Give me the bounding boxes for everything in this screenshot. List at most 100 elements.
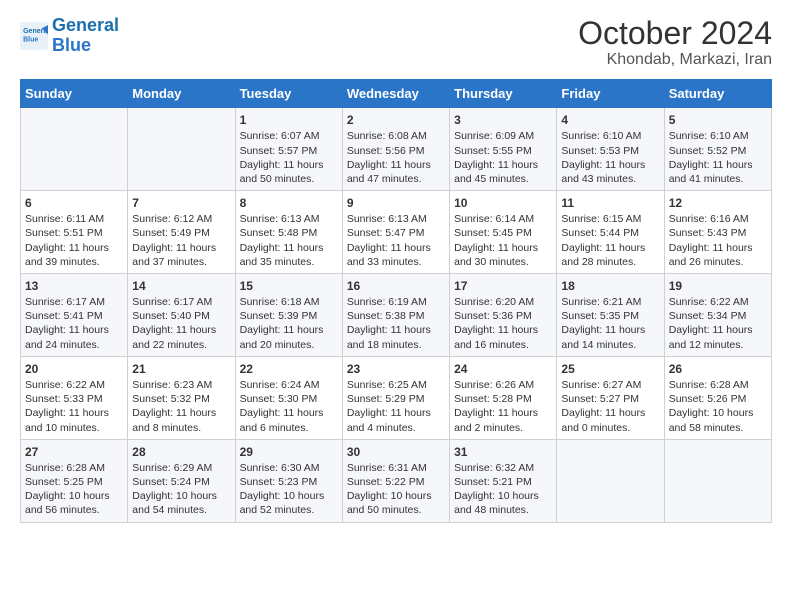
table-row: 6Sunrise: 6:11 AMSunset: 5:51 PMDaylight…	[21, 191, 128, 274]
day-info: Sunset: 5:47 PM	[347, 226, 445, 240]
day-info: Daylight: 11 hours and 12 minutes.	[669, 323, 767, 351]
table-row	[557, 439, 664, 522]
day-info: Daylight: 11 hours and 28 minutes.	[561, 241, 659, 269]
day-info: Sunrise: 6:22 AM	[25, 378, 123, 392]
col-wednesday: Wednesday	[342, 80, 449, 108]
table-row: 5Sunrise: 6:10 AMSunset: 5:52 PMDaylight…	[664, 108, 771, 191]
day-info: Sunset: 5:32 PM	[132, 392, 230, 406]
day-info: Daylight: 11 hours and 41 minutes.	[669, 158, 767, 186]
day-info: Sunset: 5:28 PM	[454, 392, 552, 406]
logo-blue: Blue	[52, 35, 91, 55]
page-subtitle: Khondab, Markazi, Iran	[578, 51, 772, 69]
day-info: Daylight: 11 hours and 10 minutes.	[25, 406, 123, 434]
logo: General Blue General Blue	[20, 16, 119, 56]
day-info: Sunset: 5:30 PM	[240, 392, 338, 406]
day-info: Daylight: 11 hours and 26 minutes.	[669, 241, 767, 269]
day-info: Daylight: 11 hours and 8 minutes.	[132, 406, 230, 434]
col-saturday: Saturday	[664, 80, 771, 108]
table-row: 25Sunrise: 6:27 AMSunset: 5:27 PMDayligh…	[557, 356, 664, 439]
day-info: Sunset: 5:26 PM	[669, 392, 767, 406]
calendar-row: 6Sunrise: 6:11 AMSunset: 5:51 PM Daylight…	[21, 191, 772, 274]
day-info: Daylight: 11 hours and 20 minutes.	[240, 323, 338, 351]
day-info: Daylight: 10 hours and 50 minutes.	[347, 489, 445, 517]
day-info: Daylight: 10 hours and 58 minutes.	[669, 406, 767, 434]
day-info: Daylight: 10 hours and 56 minutes.	[25, 489, 123, 517]
day-number: 21	[132, 361, 230, 377]
day-info: Sunrise: 6:28 AM	[669, 378, 767, 392]
day-info: Sunrise: 6:29 AM	[132, 461, 230, 475]
day-number: 17	[454, 278, 552, 294]
table-row: 1Sunrise: 6:07 AMSunset: 5:57 PMDaylight…	[235, 108, 342, 191]
table-row: 29Sunrise: 6:30 AMSunset: 5:23 PMDayligh…	[235, 439, 342, 522]
day-info: Sunrise: 6:32 AM	[454, 461, 552, 475]
table-row: 20Sunrise: 6:22 AMSunset: 5:33 PMDayligh…	[21, 356, 128, 439]
day-info: Sunrise: 6:11 AM	[25, 212, 123, 226]
day-number: 24	[454, 361, 552, 377]
day-info: Daylight: 11 hours and 45 minutes.	[454, 158, 552, 186]
day-info: Sunset: 5:23 PM	[240, 475, 338, 489]
day-info: Sunset: 5:34 PM	[669, 309, 767, 323]
table-row: 28Sunrise: 6:29 AMSunset: 5:24 PMDayligh…	[128, 439, 235, 522]
day-number: 22	[240, 361, 338, 377]
svg-text:Blue: Blue	[23, 36, 38, 43]
day-info: Sunset: 5:45 PM	[454, 226, 552, 240]
calendar-row: 13Sunrise: 6:17 AMSunset: 5:41 PMDayligh…	[21, 273, 772, 356]
day-number: 6	[25, 195, 123, 211]
day-number: 3	[454, 112, 552, 128]
day-info: Sunset: 5:49 PM	[132, 226, 230, 240]
logo-icon: General Blue	[20, 22, 48, 50]
logo-text: General Blue	[52, 16, 119, 56]
col-monday: Monday	[128, 80, 235, 108]
day-info: Sunset: 5:55 PM	[454, 144, 552, 158]
day-info: Daylight: 10 hours and 48 minutes.	[454, 489, 552, 517]
day-info: Sunrise: 6:27 AM	[561, 378, 659, 392]
table-row	[21, 108, 128, 191]
day-info: Daylight: 11 hours and 14 minutes.	[561, 323, 659, 351]
table-row: 22Sunrise: 6:24 AMSunset: 5:30 PMDayligh…	[235, 356, 342, 439]
day-info: Sunrise: 6:12 AM	[132, 212, 230, 226]
table-row: 30Sunrise: 6:31 AMSunset: 5:22 PMDayligh…	[342, 439, 449, 522]
day-info: Sunset: 5:44 PM	[561, 226, 659, 240]
day-info: Sunset: 5:21 PM	[454, 475, 552, 489]
table-row: 24Sunrise: 6:26 AMSunset: 5:28 PMDayligh…	[450, 356, 557, 439]
table-row: 11Sunrise: 6:15 AMSunset: 5:44 PMDayligh…	[557, 191, 664, 274]
day-number: 7	[132, 195, 230, 211]
day-info: Sunrise: 6:18 AM	[240, 295, 338, 309]
day-info: Sunset: 5:51 PM	[25, 226, 123, 240]
table-row: 13Sunrise: 6:17 AMSunset: 5:41 PMDayligh…	[21, 273, 128, 356]
day-info: Sunset: 5:48 PM	[240, 226, 338, 240]
col-thursday: Thursday	[450, 80, 557, 108]
day-info: Sunrise: 6:10 AM	[561, 129, 659, 143]
table-row: 17Sunrise: 6:20 AMSunset: 5:36 PMDayligh…	[450, 273, 557, 356]
day-info: Sunrise: 6:17 AM	[25, 295, 123, 309]
day-info: Daylight: 11 hours and 24 minutes.	[25, 323, 123, 351]
day-info: Sunrise: 6:07 AM	[240, 129, 338, 143]
day-info: Sunrise: 6:13 AM	[347, 212, 445, 226]
day-number: 16	[347, 278, 445, 294]
day-info: Daylight: 11 hours and 4 minutes.	[347, 406, 445, 434]
day-number: 18	[561, 278, 659, 294]
day-info: Sunset: 5:52 PM	[669, 144, 767, 158]
day-number: 8	[240, 195, 338, 211]
page: General Blue General Blue October 2024 K…	[0, 0, 792, 612]
day-number: 27	[25, 444, 123, 460]
table-row: 31Sunrise: 6:32 AMSunset: 5:21 PMDayligh…	[450, 439, 557, 522]
day-info: Sunrise: 6:31 AM	[347, 461, 445, 475]
day-number: 20	[25, 361, 123, 377]
day-number: 25	[561, 361, 659, 377]
col-tuesday: Tuesday	[235, 80, 342, 108]
table-row: 10Sunrise: 6:14 AMSunset: 5:45 PMDayligh…	[450, 191, 557, 274]
day-info: Sunset: 5:57 PM	[240, 144, 338, 158]
day-number: 5	[669, 112, 767, 128]
day-number: 4	[561, 112, 659, 128]
day-info: Sunrise: 6:14 AM	[454, 212, 552, 226]
day-info: Sunrise: 6:17 AM	[132, 295, 230, 309]
day-info: Sunrise: 6:25 AM	[347, 378, 445, 392]
day-number: 26	[669, 361, 767, 377]
day-number: 15	[240, 278, 338, 294]
table-row	[128, 108, 235, 191]
day-info: Sunset: 5:22 PM	[347, 475, 445, 489]
calendar-table: Sunday Monday Tuesday Wednesday Thursday…	[20, 79, 772, 522]
table-row: 27Sunrise: 6:28 AMSunset: 5:25 PMDayligh…	[21, 439, 128, 522]
table-row: 18Sunrise: 6:21 AMSunset: 5:35 PMDayligh…	[557, 273, 664, 356]
